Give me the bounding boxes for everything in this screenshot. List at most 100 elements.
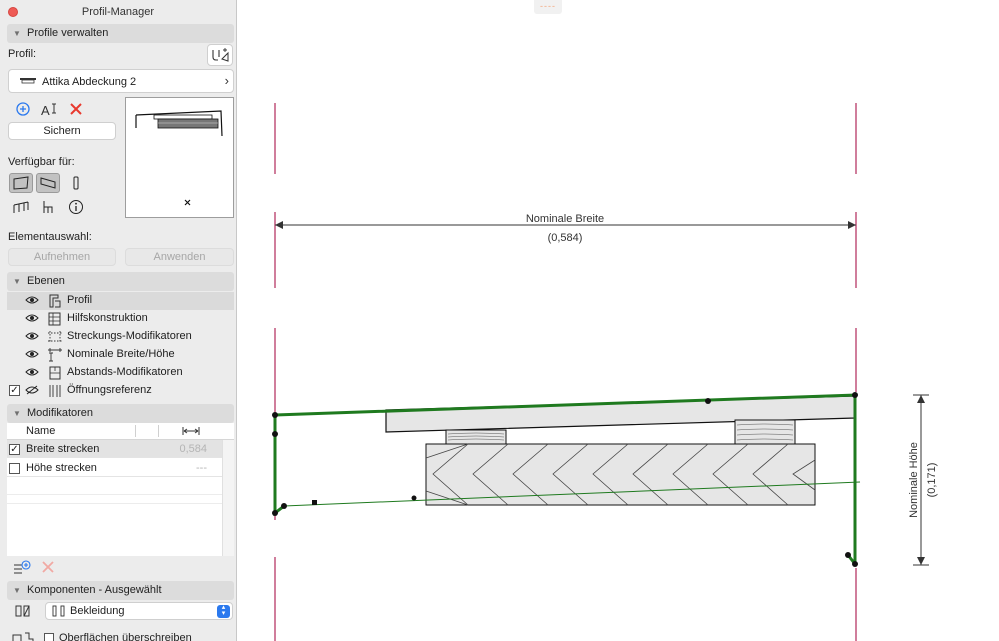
- nominal-width-value: (0,584): [548, 232, 583, 244]
- rename-icon: A: [41, 103, 56, 117]
- insulation-block[interactable]: [425, 443, 816, 506]
- modifier-row[interactable]: Höhe strecken ---: [7, 459, 222, 477]
- section-manage-profiles[interactable]: ▼ Profile verwalten: [7, 24, 234, 43]
- available-object-button[interactable]: [36, 197, 60, 217]
- column-name-header[interactable]: Name: [26, 425, 55, 437]
- nominal-height-value: (0,171): [926, 463, 938, 498]
- section-components-label: Komponenten - Ausgewählt: [27, 584, 162, 596]
- available-for-label: Verfügbar für:: [8, 156, 75, 168]
- override-surfaces-checkbox[interactable]: [44, 633, 54, 641]
- railing-icon: [13, 201, 29, 213]
- beam-icon: [40, 177, 56, 189]
- surface-brush-icon: [12, 632, 34, 641]
- empty-row: [7, 486, 222, 504]
- modifiers-scrollbar[interactable]: [222, 440, 234, 556]
- new-profile-button[interactable]: [11, 99, 35, 119]
- svg-text:A: A: [41, 103, 50, 117]
- section-layers-label: Ebenen: [27, 275, 65, 287]
- info-button[interactable]: [64, 197, 88, 217]
- profile-name: Attika Abdeckung 2: [42, 76, 137, 88]
- profile-preview: [125, 97, 234, 218]
- layer-row[interactable]: ✓ Öffnungsreferenz: [7, 382, 234, 400]
- available-beam-button[interactable]: [36, 173, 60, 193]
- chair-icon: [43, 201, 53, 213]
- spacer-block-left[interactable]: [445, 429, 507, 445]
- hotspot: [272, 431, 278, 437]
- profile-drawing: Nominale Breite (0,584) Nominale Höhe (0…: [272, 103, 938, 641]
- modifier-value: 0,584: [179, 443, 207, 455]
- modifier-name: Höhe strecken: [26, 462, 97, 474]
- profile-label: Profil:: [8, 48, 37, 60]
- profile-selector[interactable]: Attika Abdeckung 2 ›: [8, 69, 234, 93]
- element-selection-label: Elementauswahl:: [8, 231, 92, 243]
- layer-row[interactable]: Hilfskonstruktion: [7, 310, 234, 328]
- hotspot: [411, 495, 417, 501]
- eye-hidden-icon[interactable]: [25, 385, 39, 398]
- disclosure-triangle-icon: ▼: [13, 409, 21, 418]
- disclosure-triangle-icon: ▼: [13, 277, 21, 286]
- modifier-name: Breite strecken: [26, 443, 100, 455]
- available-column-button[interactable]: [64, 173, 88, 193]
- guide-lines: [274, 103, 857, 641]
- modifier-row[interactable]: ✓ Breite strecken 0,584: [7, 440, 222, 458]
- pick-button[interactable]: Aufnehmen: [8, 248, 116, 266]
- section-components[interactable]: ▼ Komponenten - Ausgewählt: [7, 581, 234, 600]
- component-type-button[interactable]: [11, 601, 35, 621]
- opening-layer-icon: [47, 383, 63, 402]
- delete-x-icon: [70, 103, 82, 115]
- override-surfaces-label: Oberflächen überschreiben: [59, 632, 192, 641]
- available-railing-button[interactable]: [9, 197, 33, 217]
- app-window: Profil-Manager ▼ Profile verwalten Profi…: [0, 0, 999, 641]
- disclosure-triangle-icon: ▼: [13, 29, 21, 38]
- modifier-checkbox[interactable]: [9, 463, 20, 474]
- section-layers[interactable]: ▼ Ebenen: [7, 272, 234, 291]
- layer-checkbox[interactable]: ✓: [9, 385, 20, 396]
- override-surface-icon: [11, 631, 37, 641]
- hotspot: [852, 392, 858, 398]
- section-modifiers[interactable]: ▼ Modifikatoren: [7, 404, 234, 423]
- column-divider: [158, 425, 159, 437]
- eye-icon[interactable]: [25, 295, 39, 308]
- apply-button[interactable]: Anwenden: [125, 248, 234, 266]
- material-name: Bekleidung: [70, 605, 125, 617]
- disclosure-triangle-icon: ▼: [13, 586, 21, 595]
- add-modifier-button[interactable]: [10, 557, 34, 577]
- layer-row[interactable]: Abstands-Modifikatoren: [7, 364, 234, 382]
- hotspot: [272, 510, 278, 516]
- layer-label: Nominale Breite/Höhe: [67, 348, 175, 360]
- section-manage-label: Profile verwalten: [27, 27, 109, 39]
- eye-icon[interactable]: [25, 313, 39, 326]
- chevron-right-icon: ›: [224, 73, 229, 88]
- width-dimension-icon[interactable]: [182, 426, 200, 436]
- component-icon: [15, 605, 30, 617]
- modifier-value: ---: [196, 462, 207, 474]
- layer-label: Hilfskonstruktion: [67, 312, 148, 324]
- available-wall-button[interactable]: [9, 173, 33, 193]
- profile-preview-drawing: [135, 110, 223, 206]
- hotspot: [312, 500, 317, 505]
- material-select[interactable]: Bekleidung ▴ ▾: [45, 602, 233, 620]
- remove-modifier-button[interactable]: [36, 557, 60, 577]
- hotspot: [852, 561, 858, 567]
- layer-row[interactable]: Nominale Breite/Höhe: [7, 346, 234, 364]
- layer-row[interactable]: Streckungs-Modifikatoren: [7, 328, 234, 346]
- layer-label: Profil: [67, 294, 93, 306]
- eye-icon[interactable]: [25, 367, 39, 380]
- profile-options-button[interactable]: [207, 44, 233, 66]
- save-button[interactable]: Sichern: [8, 122, 116, 140]
- spacer-block-right[interactable]: [734, 419, 796, 445]
- profile-canvas[interactable]: ---- Nominale Breite (0,584) Nominale Hö…: [238, 0, 999, 641]
- layer-row[interactable]: Profil: [7, 292, 234, 310]
- hotspot: [281, 503, 287, 509]
- eye-icon[interactable]: [25, 331, 39, 344]
- eye-icon[interactable]: [25, 349, 39, 362]
- hotspot: [272, 412, 278, 418]
- delete-profile-button[interactable]: [64, 99, 88, 119]
- remove-x-icon: [42, 561, 54, 573]
- modifier-checkbox[interactable]: ✓: [9, 444, 20, 455]
- hotspot: [845, 552, 851, 558]
- column-divider: [135, 425, 136, 437]
- rename-profile-button[interactable]: A: [38, 99, 62, 119]
- column-icon: [73, 176, 79, 190]
- close-button[interactable]: [8, 7, 18, 17]
